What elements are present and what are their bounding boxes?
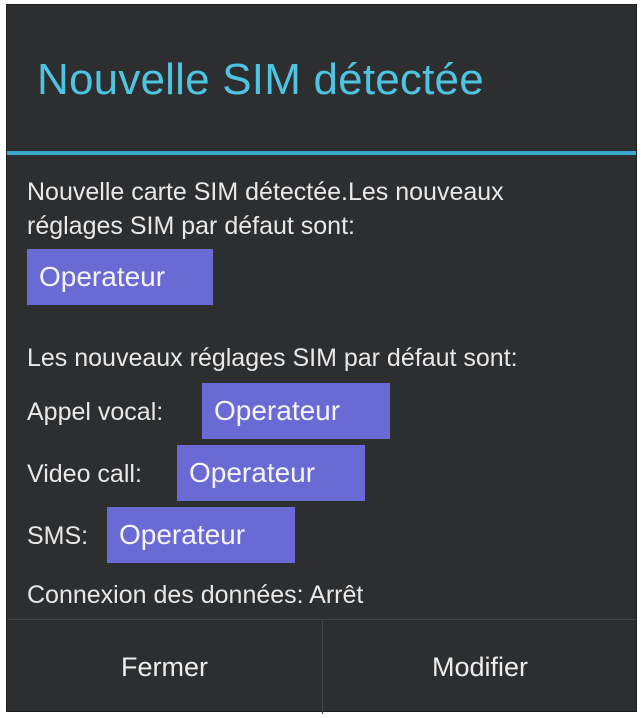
dialog-footer: Fermer Modifier xyxy=(7,619,636,714)
close-button[interactable]: Fermer xyxy=(7,620,322,714)
modify-button[interactable]: Modifier xyxy=(323,620,637,714)
voice-call-label: Appel vocal: xyxy=(27,398,164,426)
data-connection-status: Connexion des données: Arrêt xyxy=(27,581,364,609)
message-line-2: réglages SIM par défaut sont: xyxy=(27,212,355,240)
default-sim-chip[interactable]: Operateur xyxy=(27,249,213,305)
dialog-title: Nouvelle SIM détectée xyxy=(37,55,484,104)
message-line-1: Nouvelle carte SIM détectée.Les nouveaux xyxy=(27,178,504,206)
video-call-sim-chip[interactable]: Operateur xyxy=(177,445,365,501)
dialog-title-bar: Nouvelle SIM détectée xyxy=(7,5,636,151)
sms-sim-chip[interactable]: Operateur xyxy=(107,507,295,563)
new-sim-dialog: Nouvelle SIM détectée Nouvelle carte SIM… xyxy=(6,4,637,714)
new-defaults-label: Les nouveaux réglages SIM par défaut son… xyxy=(27,344,518,372)
title-divider xyxy=(7,151,636,155)
voice-call-sim-chip[interactable]: Operateur xyxy=(202,383,390,439)
video-call-label: Video call: xyxy=(27,460,142,488)
sms-label: SMS: xyxy=(27,522,89,550)
